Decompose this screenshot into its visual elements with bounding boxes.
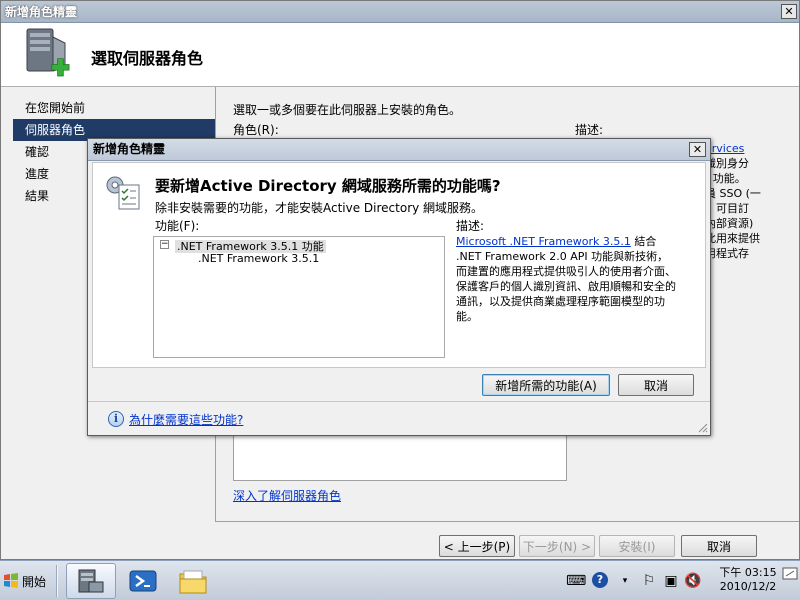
dialog-title: 新增角色精靈 [93,142,166,156]
description-line: 此用來提供 [705,232,760,245]
gear-checklist-icon [106,176,140,210]
clock[interactable]: 下午 03:15 2010/12/2 [716,566,780,594]
folder-icon [179,570,207,594]
server-manager-icon [78,569,104,593]
dialog-title-bar[interactable]: 新增角色精靈 [88,139,710,161]
taskbar-separator [56,565,58,597]
show-desktop-icon[interactable] [782,567,798,581]
dialog-subtitle: 除非安裝需要的功能，才能安裝Active Directory 網域服務。 [155,201,484,215]
nav-step-before-you-begin[interactable]: 在您開始前 [13,97,215,119]
volume-muted-icon[interactable]: 🔇 [684,572,702,590]
clock-date: 2010/12/2 [719,580,777,593]
features-tree[interactable]: − .NET Framework 3.5.1 功能 .NET Framework… [153,236,445,358]
page-title: 選取伺服器角色 [91,49,204,68]
roles-list[interactable] [233,431,567,481]
wizard-cancel-button[interactable]: 取消 [681,535,757,557]
add-required-features-button[interactable]: 新增所需的功能(A) [482,374,610,396]
feature-description-label: 描述: [456,219,485,233]
clock-time: 下午 03:15 [719,566,777,579]
install-button[interactable]: 安裝(I) [599,535,675,557]
taskbar-powershell[interactable] [118,563,168,599]
windows-logo-icon [4,573,18,588]
start-label: 開始 [22,574,47,589]
learn-more-link[interactable]: 深入了解伺服器角色 [233,487,341,504]
dialog-footer-divider [88,401,710,402]
description-line: 用程式存 [705,247,749,260]
wizard-title: 新增角色精靈 [5,5,78,19]
dialog-close-button[interactable]: ✕ [689,142,706,157]
help-icon[interactable]: ? [592,572,608,588]
start-button[interactable]: 開始 [2,569,52,593]
powershell-icon [129,570,157,592]
add-required-features-dialog: 新增角色精靈 ✕ 要新增Active Directory 網域服務所需的功能嗎?… [87,138,711,436]
dialog-question: 要新增Active Directory 網域服務所需的功能嗎? [155,177,501,195]
role-description-text: ervices 識別身分 ) 功能。 員 SSO (一 ，可目訂 內部資源) 此… [705,141,775,261]
dialog-body: 要新增Active Directory 網域服務所需的功能嗎? 除非安裝需要的功… [92,162,706,368]
role-description-link[interactable]: ervices [705,141,775,156]
dialog-cancel-button[interactable]: 取消 [618,374,694,396]
chevron-down-icon[interactable]: ▾ [616,572,634,590]
taskbar-server-manager[interactable] [66,563,116,599]
roles-label: 角色(R): [233,123,279,137]
role-description-label: 描述: [575,123,604,137]
tree-collapse-toggle[interactable]: − [160,240,169,249]
taskbar: 開始 ⌨ ? ▾ ⚐ ▣ 🔇 下午 03:15 2010/12/2 [0,560,800,600]
tree-item-child-label: .NET Framework 3.5.1 [198,252,320,265]
dotnet-framework-link[interactable]: Microsoft .NET Framework 3.5.1 [456,235,631,248]
wizard-close-button[interactable]: ✕ [781,4,797,19]
content-prompt: 選取一或多個要在此伺服器上安裝的角色。 [233,103,462,117]
resize-grip-icon[interactable] [696,421,708,433]
description-line: 員 SSO (一 [705,187,761,200]
feature-description-text: 結合 .NET Framework 2.0 API 功能與新技術，而建置的應用程… [456,235,676,323]
server-add-icon [26,28,70,77]
wizard-title-bar[interactable]: 新增角色精靈 [1,1,799,23]
description-line: ，可目訂 [705,202,749,215]
features-label: 功能(F): [155,219,200,233]
keyboard-icon[interactable]: ⌨ [566,572,586,590]
info-icon: i [108,411,124,427]
flag-icon[interactable]: ⚐ [640,572,658,590]
footer-divider [215,521,799,522]
next-button[interactable]: 下一步(N) > [519,535,595,557]
tree-item-child[interactable]: .NET Framework 3.5.1 [198,252,319,265]
wizard-header: 選取伺服器角色 [1,23,799,87]
why-features-needed-link[interactable]: 為什麼需要這些功能? [129,411,243,428]
network-icon[interactable]: ▣ [662,572,680,590]
description-line: 內部資源) [705,217,754,230]
taskbar-explorer[interactable] [168,563,218,599]
system-tray: ⌨ ? ▾ ⚐ ▣ 🔇 下午 03:15 2010/12/2 [556,563,800,599]
previous-button[interactable]: < 上一步(P) [439,535,515,557]
description-line: ) 功能。 [705,172,746,185]
description-line: 識別身分 [705,157,749,170]
feature-description: Microsoft .NET Framework 3.5.1 結合 .NET F… [456,234,676,324]
